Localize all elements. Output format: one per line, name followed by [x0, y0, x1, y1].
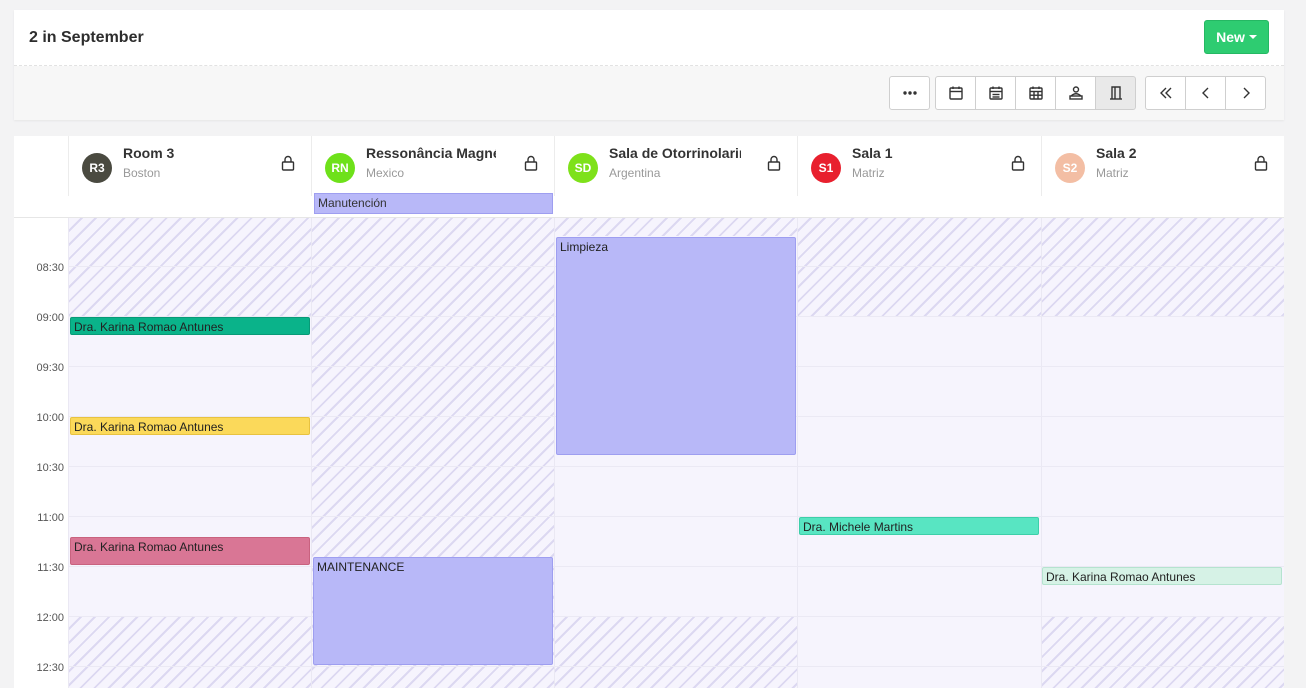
resource-location: Boston [123, 166, 161, 180]
time-label: 10:30 [36, 462, 64, 474]
chevron-right-icon[interactable] [1225, 76, 1266, 110]
calendar-event[interactable]: Dra. Karina Romao Antunes [70, 537, 310, 565]
time-label: 12:30 [36, 662, 64, 674]
unavailable-block [1042, 218, 1284, 316]
more-horizontal-icon[interactable] [889, 76, 930, 110]
resource-calendar: 08:30 09:00 09:30 10:00 10:30 11:00 11:3… [14, 136, 1284, 688]
title-bar: 2 in September New [14, 10, 1284, 66]
resource-name: Room 3 [123, 145, 175, 161]
column-sala-1[interactable] [797, 218, 1041, 688]
avatar: S2 [1055, 153, 1085, 183]
navigation-group [1145, 76, 1266, 110]
resource-location: Mexico [366, 166, 405, 180]
unavailable-block [798, 218, 1041, 316]
more-group [889, 76, 930, 110]
calendar-week-icon[interactable] [975, 76, 1016, 110]
column-sala-2[interactable] [1041, 218, 1284, 688]
lock-icon[interactable] [1011, 155, 1025, 171]
user-resource-icon[interactable] [1055, 76, 1096, 110]
time-label: 12:00 [36, 612, 64, 624]
chevron-left-icon[interactable] [1185, 76, 1226, 110]
resource-location: Matriz [1096, 166, 1129, 180]
time-label: 08:30 [36, 262, 64, 274]
lock-icon[interactable] [1254, 155, 1268, 171]
caret-down-icon [1248, 35, 1257, 39]
lock-icon[interactable] [524, 155, 538, 171]
time-label: 09:30 [36, 362, 64, 374]
avatar: R3 [82, 153, 112, 183]
calendar-event[interactable]: Dra. Karina Romao Antunes [70, 317, 310, 335]
unavailable-block [555, 616, 797, 688]
resource-sala-1[interactable]: S1 Sala 1 Matriz [798, 136, 1041, 196]
double-chevron-left-icon[interactable] [1145, 76, 1186, 110]
resource-sala-otorrino[interactable]: SD Sala de Otorrinolaringologia Argentin… [555, 136, 797, 196]
calendar-event[interactable]: Limpieza [556, 237, 796, 455]
lock-icon[interactable] [767, 155, 781, 171]
resource-header: R3 Room 3 Boston RN Ressonância Magnétic… [14, 136, 1284, 218]
column-room-3[interactable] [68, 218, 311, 688]
calendar-event[interactable]: Dra. Karina Romao Antunes [70, 417, 310, 435]
all-day-event[interactable]: Manutención [314, 193, 553, 214]
unavailable-block [69, 218, 311, 316]
resource-name: Ressonância Magnética [366, 145, 496, 161]
time-label: 11:30 [37, 562, 64, 574]
resource-ressonancia[interactable]: RN Ressonância Magnética Mexico [312, 136, 554, 196]
unavailable-block [69, 616, 311, 688]
calendar-month-icon[interactable] [1015, 76, 1056, 110]
lock-icon[interactable] [281, 155, 295, 171]
unavailable-block [555, 218, 797, 236]
resource-name: Sala 2 [1096, 145, 1137, 161]
resource-sala-2[interactable]: S2 Sala 2 Matriz [1042, 136, 1284, 196]
view-switcher [935, 76, 1136, 110]
avatar: S1 [811, 153, 841, 183]
time-label: 10:00 [36, 412, 64, 424]
calendar-day-icon[interactable] [935, 76, 976, 110]
room-door-icon[interactable] [1095, 76, 1136, 110]
time-grid: 08:30 09:00 09:30 10:00 10:30 11:00 11:3… [14, 218, 1284, 688]
resource-name: Sala 1 [852, 145, 893, 161]
time-label: 11:00 [37, 512, 64, 524]
resource-room-3[interactable]: R3 Room 3 Boston [69, 136, 311, 196]
time-label: 09:00 [36, 312, 64, 324]
resource-location: Matriz [852, 166, 885, 180]
calendar-header-panel: 2 in September New [14, 10, 1284, 120]
resource-name: Sala de Otorrinolaringologia [609, 145, 741, 161]
calendar-event[interactable]: MAINTENANCE [313, 557, 553, 665]
avatar: RN [325, 153, 355, 183]
calendar-event[interactable]: Dra. Karina Romao Antunes [1042, 567, 1282, 585]
calendar-event[interactable]: Dra. Michele Martins [799, 517, 1039, 535]
new-button[interactable]: New [1204, 20, 1269, 54]
unavailable-block [1042, 616, 1284, 688]
resource-location: Argentina [609, 166, 661, 180]
page-title: 2 in September [29, 29, 144, 46]
avatar: SD [568, 153, 598, 183]
